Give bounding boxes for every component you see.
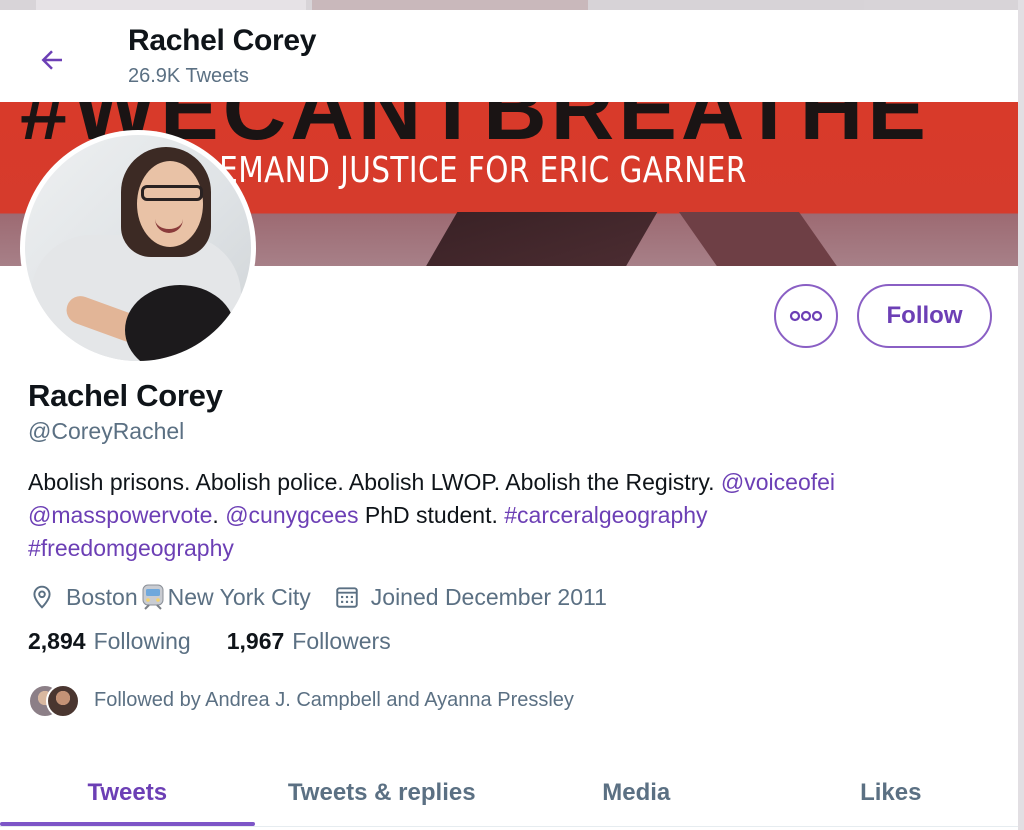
avatar-photo bbox=[25, 135, 251, 361]
profile-stats: 2,894 Following 1,967 Followers bbox=[28, 628, 427, 655]
browser-tab-strip bbox=[0, 0, 1024, 10]
location: Boston New York City bbox=[28, 583, 311, 611]
following-label: Following bbox=[93, 628, 191, 654]
location-to: New York City bbox=[167, 583, 311, 610]
header-tweet-count: 26.9K Tweets bbox=[128, 65, 249, 87]
bio-hashtag-link[interactable]: #freedomgeography bbox=[28, 535, 234, 561]
tab-label: Tweets bbox=[87, 779, 168, 806]
window-edge bbox=[1018, 0, 1024, 830]
tab-label: Media bbox=[602, 779, 671, 806]
following-link[interactable]: 2,894 Following bbox=[28, 628, 191, 655]
tab-media[interactable]: Media bbox=[509, 758, 764, 828]
location-icon bbox=[28, 583, 56, 611]
banner-shape bbox=[678, 212, 842, 266]
tab-tweets[interactable]: Tweets bbox=[0, 758, 255, 828]
bio-mention-link[interactable]: @masspowervote bbox=[28, 502, 212, 528]
calendar-icon bbox=[333, 583, 361, 611]
divider bbox=[0, 826, 1018, 827]
browser-tab[interactable] bbox=[588, 0, 864, 10]
followers-link[interactable]: 1,967 Followers bbox=[227, 628, 391, 655]
join-date: Joined December 2011 bbox=[333, 583, 607, 611]
tab-label: Tweets & replies bbox=[287, 779, 476, 806]
tab-tweets-replies[interactable]: Tweets & replies bbox=[255, 758, 510, 828]
followers-label: Followers bbox=[292, 628, 391, 654]
following-count: 2,894 bbox=[28, 628, 86, 654]
followed-by-text: Followed by Andrea J. Campbell and Ayann… bbox=[94, 688, 574, 711]
bio-mention-link[interactable]: @cunygcees bbox=[225, 502, 358, 528]
banner-shape bbox=[422, 212, 658, 266]
profile-handle: @CoreyRachel bbox=[28, 418, 185, 444]
more-icon bbox=[789, 310, 823, 322]
follower-avatars bbox=[28, 684, 80, 718]
profile-bio: Abolish prisons. Abolish police. Abolish… bbox=[28, 466, 988, 565]
profile-meta: Boston New York City Joined December 201… bbox=[28, 580, 629, 614]
follow-button[interactable]: Follow bbox=[857, 284, 992, 348]
more-options-button[interactable] bbox=[774, 284, 838, 348]
profile-name: Rachel Corey bbox=[28, 378, 223, 413]
tab-label: Likes bbox=[860, 779, 922, 806]
browser-tab-active[interactable] bbox=[312, 0, 588, 10]
join-date-text: Joined December 2011 bbox=[370, 583, 607, 610]
followed-by[interactable]: Followed by Andrea J. Campbell and Ayann… bbox=[28, 684, 574, 718]
followers-count: 1,967 bbox=[226, 628, 285, 654]
profile-avatar[interactable] bbox=[20, 130, 256, 366]
profile-page: Rachel Corey 26.9K Tweets #WECANTBREATHE… bbox=[0, 10, 1018, 830]
train-icon bbox=[140, 583, 166, 611]
tab-likes[interactable]: Likes bbox=[764, 758, 1019, 828]
bio-text: . bbox=[212, 502, 226, 528]
header-name: Rachel Corey bbox=[128, 24, 317, 57]
bio-mention-link[interactable]: @voiceofei bbox=[721, 469, 835, 495]
bio-text: Abolish prisons. Abolish police. Abolish… bbox=[28, 469, 721, 495]
profile-tabs: Tweets Tweets & replies Media Likes bbox=[0, 758, 1018, 828]
avatar bbox=[46, 684, 80, 718]
back-arrow-icon bbox=[41, 50, 62, 70]
back-button[interactable] bbox=[30, 38, 74, 82]
banner-tagline: DEMAND JUSTICE FOR ERIC GARNER bbox=[196, 150, 747, 191]
bio-text: PhD student. bbox=[358, 502, 505, 528]
bio-hashtag-link[interactable]: #carceralgeography bbox=[504, 502, 707, 528]
location-from: Boston bbox=[66, 583, 138, 610]
browser-tab[interactable] bbox=[36, 0, 306, 10]
